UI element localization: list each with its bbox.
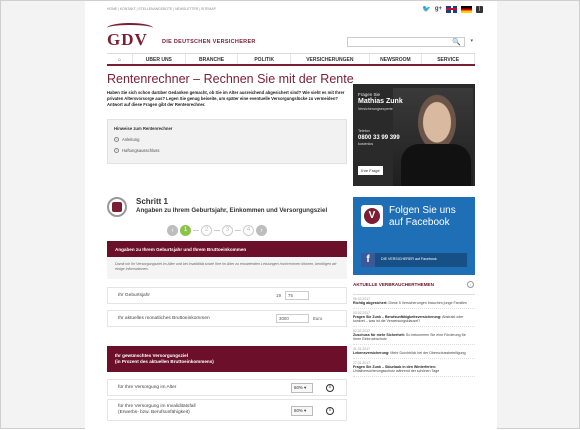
info-icon[interactable]: i	[326, 407, 334, 415]
news-text[interactable]: Richtig abgesichert: Diese 5 Versicherun…	[353, 301, 475, 306]
header: GDV DIE DEUTSCHEN VERSICHERER 🔍 ▾	[107, 23, 475, 51]
news-heading: AKTUELLE VERBRAUCHERTHEMEN	[353, 282, 434, 287]
news-item[interactable]: 31.01.2017 Lebensversicherung: Mehr Durch…	[353, 345, 475, 359]
birthyear-prefix: 19	[276, 293, 281, 298]
income-unit: Euro	[313, 316, 323, 321]
nav-item-versicherungen[interactable]: VERSICHERUNGEN	[291, 54, 370, 64]
ask-question-button[interactable]: Ihre Frage	[358, 166, 383, 175]
news-list: 06.02.2017 Richtig abgesichert: Diese 5 V…	[353, 294, 475, 377]
invalidity-goal-select[interactable]: 60% ▾	[291, 406, 313, 416]
step-3[interactable]: 3	[222, 225, 233, 236]
chevron-down-icon[interactable]: ▾	[470, 38, 473, 44]
facebook-badge-text: DIE VERSICHERER auf Facebook	[381, 257, 437, 261]
social-flags: 🐦 g+ )	[422, 5, 483, 13]
logo[interactable]: GDV	[107, 30, 148, 50]
birthyear-input[interactable]: 75	[285, 291, 309, 300]
de-flag-icon[interactable]	[461, 5, 472, 13]
hints-box: Hinweise zum Rentenrechner › Anleitung › H…	[107, 119, 347, 164]
news-item[interactable]: 06.02.2017 Richtig abgesichert: Diese 5 V…	[353, 295, 475, 309]
intro-text: Haben Sie sich schon darüber Gedanken ge…	[107, 90, 345, 107]
birthyear-label: Ihr Geburtsjahr	[118, 293, 150, 298]
chevron-right-icon: ›	[114, 137, 119, 142]
section1-header: Angaben zu Ihrem Geburtsjahr und Ihrem B…	[107, 241, 347, 257]
section2-header: Ihr gewünschtes Versorgungsziel (in Proz…	[107, 346, 347, 372]
nav-item-uber-uns[interactable]: UBER UNS	[133, 54, 186, 64]
facebook-title: Folgen Sie uns auf Facebook	[389, 205, 456, 229]
facebook-title-line2: auf Facebook	[389, 217, 450, 228]
hint-link-haftung[interactable]: › Haftungsausschluss	[108, 142, 346, 153]
section1-note: Damit wir Ihr Versorgungsziel im Alter u…	[107, 257, 347, 279]
googleplus-icon[interactable]: g+	[435, 6, 442, 12]
home-icon[interactable]: ⌂	[107, 54, 133, 64]
news-item[interactable]: 02.02.2017 Zuschuss für mehr Sicherheit: …	[353, 327, 475, 345]
twitter-icon[interactable]: 🐦	[422, 5, 431, 13]
income-row: Ihr aktuelles monatliches Bruttoeinkomme…	[107, 310, 347, 327]
hint-label: Haftungsausschluss	[122, 148, 160, 153]
brand-name: DIE DEUTSCHEN VERSICHERER	[162, 39, 256, 45]
nav-item-branche[interactable]: BRANCHE	[186, 54, 239, 64]
promo-tel-note: kostenlos	[358, 142, 374, 146]
chevron-right-icon: ›	[114, 148, 119, 153]
promo-tel-label: Telefon	[358, 129, 370, 133]
age-goal-label: für Ihre Versorgung im Alter	[118, 385, 177, 390]
step-4[interactable]: 4	[243, 225, 254, 236]
facebook-icon: f	[361, 253, 375, 267]
news-headline[interactable]: Fragen Sie Zunk – Berufsunfähigkeitsvers…	[353, 315, 441, 319]
facebook-promo[interactable]: V Folgen Sie uns auf Facebook f DIE VERS…	[353, 197, 475, 275]
hint-link-anleitung[interactable]: › Anleitung	[108, 131, 346, 142]
income-input[interactable]: 3000	[276, 314, 309, 323]
main-nav: ⌂ UBER UNS BRANCHE POLITIK VERSICHERUNGE…	[107, 53, 475, 66]
step-1[interactable]: 1	[180, 225, 191, 236]
info-icon[interactable]: i	[326, 384, 334, 392]
step-subtitle: Angaben zu Ihrem Geburtsjahr, Einkommen …	[136, 207, 328, 214]
promo-tel[interactable]: 0800 33 99 399	[358, 135, 400, 141]
nav-item-newsroom[interactable]: NEWSROOM	[370, 54, 423, 64]
age-goal-select[interactable]: 60% ▾	[291, 383, 313, 393]
hints-title: Hinweise zum Rentenrechner	[114, 126, 173, 131]
step-pager: ‹ 1 2 3 4 ›	[167, 225, 267, 236]
chevron-right-icon[interactable]: ›	[467, 281, 474, 288]
news-text[interactable]: Zuschuss für mehr Sicherheit: So bekomme…	[353, 333, 475, 342]
news-item[interactable]: 03.02.2017 Fragen Sie Zunk – Berufsunfähi…	[353, 309, 475, 327]
rss-icon[interactable]: )	[476, 5, 483, 13]
income-label: Ihr aktuelles monatliches Bruttoeinkomme…	[118, 316, 210, 321]
page: HOME | KONTAKT | STELLENANGEBOTE | NEWSL…	[85, 1, 497, 430]
search-input[interactable]	[347, 37, 465, 47]
invalidity-label: für Ihre Versorgung im Invaliditätsfall	[118, 404, 196, 409]
search-icon[interactable]: 🔍	[452, 38, 461, 46]
news-text[interactable]: Fragen Sie Zunk – Berufsunfähigkeitsvers…	[353, 315, 475, 324]
invalidity-goal-row: für Ihre Versorgung im Invaliditätsfall …	[107, 399, 347, 421]
news-text[interactable]: Lebensversicherung: Mehr Durchblick bei …	[353, 351, 475, 356]
news-headline[interactable]: Fragen Sie Zunk – Skiurlaub in den Winte…	[353, 365, 436, 369]
page-title: Rentenrechner – Rechnen Sie mit der Rent…	[107, 72, 354, 86]
news-item[interactable]: 27.01.2017 Fragen Sie Zunk – Skiurlaub in…	[353, 359, 475, 377]
step-title: Schritt 1	[136, 197, 169, 206]
facebook-badge[interactable]: f DIE VERSICHERER auf Facebook	[361, 253, 467, 267]
news-headline[interactable]: Zuschuss für mehr Sicherheit:	[353, 333, 405, 337]
nav-item-politik[interactable]: POLITIK	[238, 54, 292, 64]
birthyear-row: Ihr Geburtsjahr 19 75	[107, 287, 347, 304]
hint-label: Anleitung	[122, 137, 140, 142]
versicherer-logo-icon: V	[361, 205, 383, 227]
prev-arrow-icon[interactable]: ‹	[167, 225, 178, 236]
step-2[interactable]: 2	[201, 225, 212, 236]
uk-flag-icon[interactable]	[446, 5, 457, 13]
promo-name: Mathias Zunk	[358, 98, 403, 105]
promo-line1: Fragen Sie	[358, 92, 381, 97]
age-goal-row: für Ihre Versorgung im Alter 60% ▾ i	[107, 379, 347, 396]
step-icon	[107, 197, 127, 217]
expert-promo[interactable]: Fragen Sie Mathias Zunk Versicherungsexp…	[353, 84, 475, 186]
nav-item-service[interactable]: SERVICE	[422, 54, 475, 64]
invalidity-sublabel: (Erwerbs- bzw. Berufsunfähigkeit)	[118, 410, 190, 415]
news-headline[interactable]: Richtig abgesichert:	[353, 301, 388, 305]
next-arrow-icon[interactable]: ›	[256, 225, 267, 236]
expert-photo-body	[401, 144, 471, 186]
news-text[interactable]: Fragen Sie Zunk – Skiurlaub in den Winte…	[353, 365, 475, 374]
promo-role: Versicherungsexperte	[358, 107, 393, 111]
section2-subtitle: (in Prozent des aktuellen Bruttoeinkomme…	[115, 359, 214, 364]
facebook-title-line1: Folgen Sie uns	[389, 205, 456, 216]
news-headline[interactable]: Lebensversicherung:	[353, 351, 389, 355]
browser-frame: HOME | KONTAKT | STELLENANGEBOTE | NEWSL…	[0, 0, 580, 430]
